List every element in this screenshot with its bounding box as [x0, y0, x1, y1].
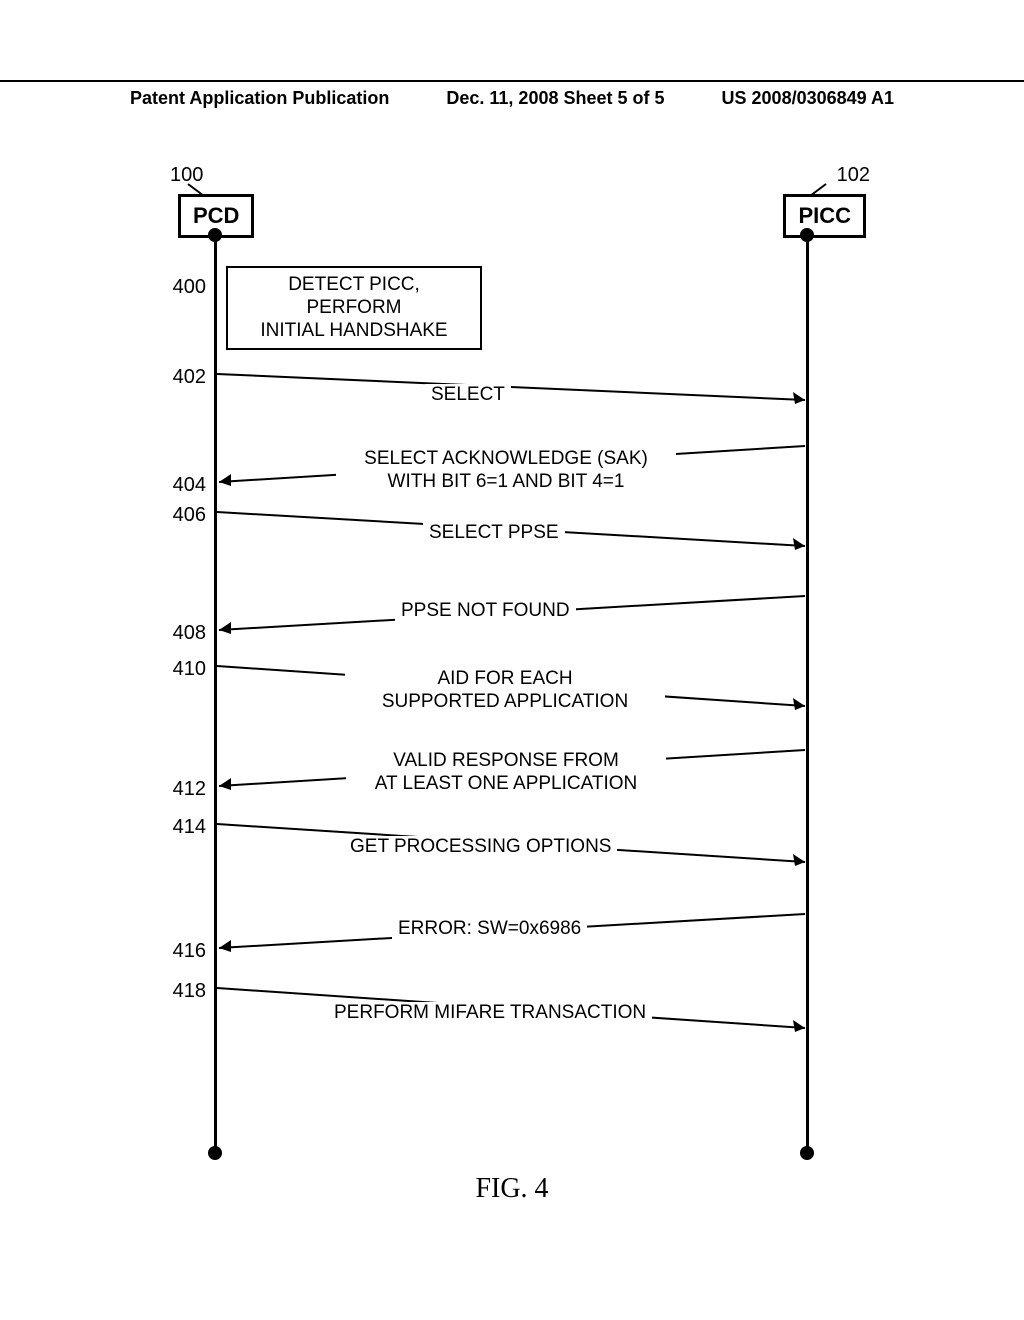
step-418-ref: 418 [158, 980, 206, 1003]
msg-408: PPSE NOT FOUND [395, 600, 576, 623]
msg-404-line2: WITH BIT 6=1 AND BIT 4=1 [388, 471, 625, 492]
figure-caption: FIG. 4 [0, 1173, 1024, 1205]
step-410-ref: 410 [158, 658, 206, 681]
arrow-402 [217, 370, 807, 410]
msg-410-line2: SUPPORTED APPLICATION [382, 691, 628, 712]
step-400-line1: DETECT PICC, PERFORM [288, 274, 420, 318]
lifeline-start-picc [800, 228, 814, 242]
msg-410-line1: AID FOR EACH [437, 668, 572, 689]
lifeline-end-pcd [208, 1146, 222, 1160]
ref-picc: 102 [837, 164, 870, 187]
msg-418: PERFORM MIFARE TRANSACTION [328, 1002, 652, 1025]
participant-pcd-label: PCD [193, 203, 239, 228]
step-404-ref: 404 [158, 474, 206, 497]
msg-412-line2: AT LEAST ONE APPLICATION [375, 773, 638, 794]
msg-410: AID FOR EACH SUPPORTED APPLICATION [345, 668, 665, 714]
lifeline-end-picc [800, 1146, 814, 1160]
lifeline-start-pcd [208, 228, 222, 242]
step-400-box: DETECT PICC, PERFORM INITIAL HANDSHAKE [226, 266, 482, 350]
sequence-diagram: 100 102 PCD PICC 400 DETECT PICC, PERFOR… [170, 170, 850, 1170]
participant-picc: PICC [783, 194, 866, 238]
header-left: Patent Application Publication [130, 88, 389, 109]
step-414-ref: 414 [158, 816, 206, 839]
step-412-ref: 412 [158, 778, 206, 801]
step-416-ref: 416 [158, 940, 206, 963]
msg-414: GET PROCESSING OPTIONS [344, 836, 617, 859]
msg-404-line1: SELECT ACKNOWLEDGE (SAK) [364, 448, 648, 469]
header-right: US 2008/0306849 A1 [722, 88, 894, 109]
msg-406: SELECT PPSE [423, 522, 565, 545]
step-400-ref: 400 [158, 276, 206, 299]
msg-404: SELECT ACKNOWLEDGE (SAK) WITH BIT 6=1 AN… [336, 448, 676, 494]
step-400-line2: INITIAL HANDSHAKE [260, 320, 447, 341]
msg-412: VALID RESPONSE FROM AT LEAST ONE APPLICA… [346, 750, 666, 796]
participant-picc-label: PICC [798, 203, 851, 228]
msg-402: SELECT [425, 384, 511, 407]
step-402-ref: 402 [158, 366, 206, 389]
msg-416: ERROR: SW=0x6986 [392, 918, 587, 941]
step-408-ref: 408 [158, 622, 206, 645]
step-406-ref: 406 [158, 504, 206, 527]
header-center: Dec. 11, 2008 Sheet 5 of 5 [446, 88, 664, 109]
page-header: Patent Application Publication Dec. 11, … [0, 80, 1024, 109]
msg-412-line1: VALID RESPONSE FROM [393, 750, 619, 771]
